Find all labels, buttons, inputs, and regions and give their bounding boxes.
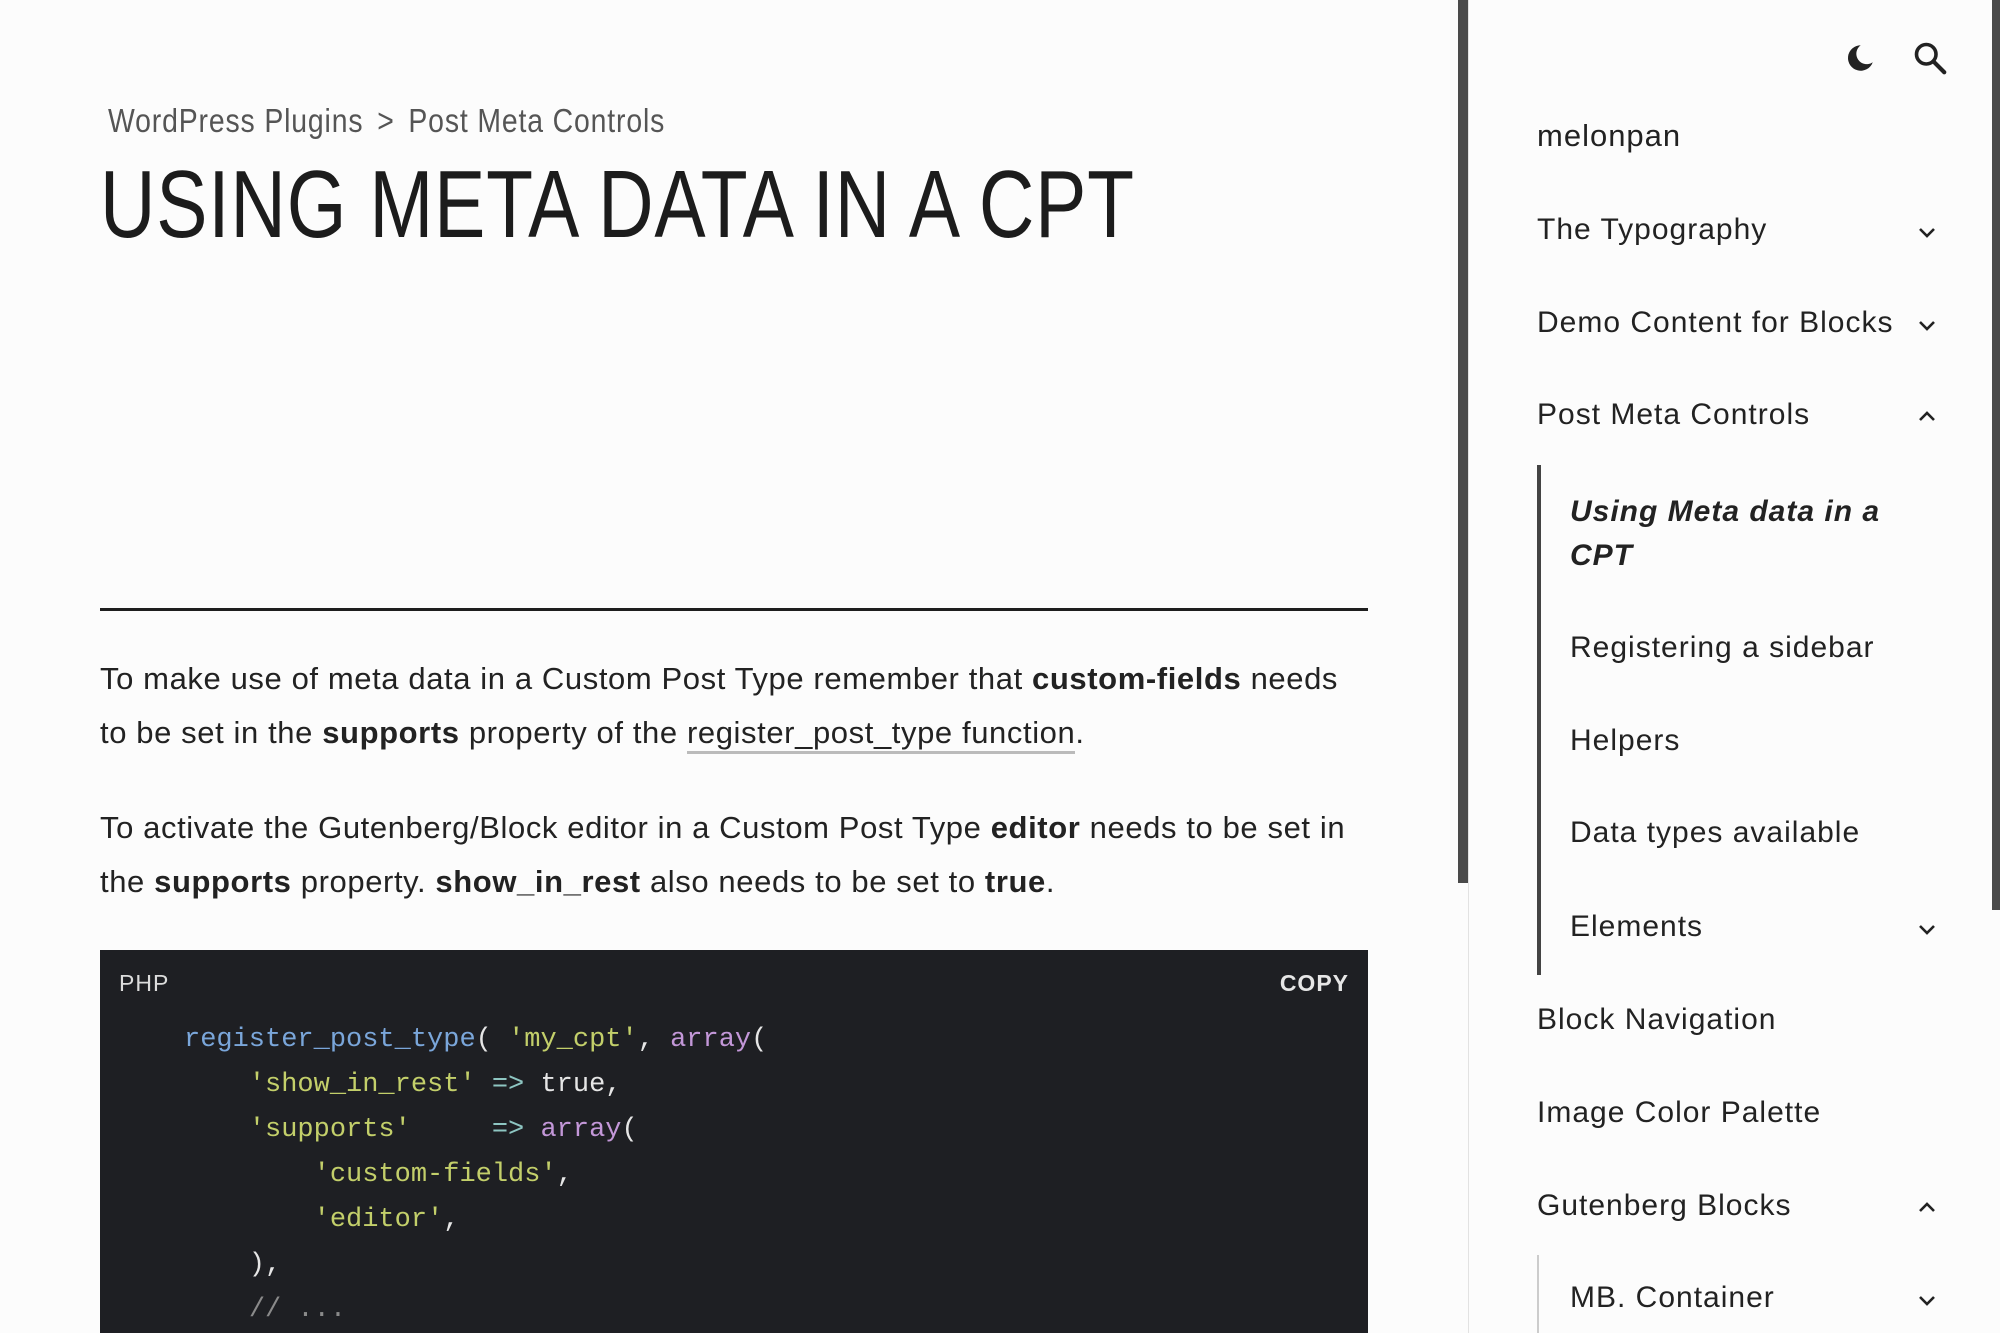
copy-code-button[interactable]: COPY <box>1280 970 1349 997</box>
code-line: 'supports' => array( <box>184 1108 767 1153</box>
code-token-str: 'my_cpt' <box>508 1025 638 1055</box>
breadcrumb-separator: > <box>377 102 395 139</box>
chevron-up-icon[interactable] <box>1915 1196 1939 1220</box>
p1-bold-custom-fields: custom-fields <box>1032 661 1242 696</box>
code-token-op: => <box>491 1115 525 1145</box>
search-icon <box>1914 42 1947 75</box>
sidebar-subitem-using-meta-data[interactable]: Using Meta data in a CPT <box>1570 490 1890 578</box>
submenu-rail <box>1537 1255 1539 1333</box>
chevron-down-icon[interactable] <box>1915 313 1939 337</box>
submenu-rail <box>1537 465 1541 975</box>
code-token-plain: ), <box>184 1250 282 1280</box>
code-token-plain: true, <box>524 1070 622 1100</box>
p2-bold-show-in-rest: show_in_rest <box>435 864 641 899</box>
code-content[interactable]: register_post_type( 'my_cpt', array( 'sh… <box>184 1018 767 1333</box>
code-line: // ... <box>184 1288 767 1333</box>
code-line: register_post_type( 'my_cpt', array( <box>184 1018 767 1063</box>
code-token-str: 'editor' <box>313 1205 444 1235</box>
breadcrumb-link-post-meta-controls[interactable]: Post Meta Controls <box>408 102 665 139</box>
p1-bold-supports: supports <box>322 715 460 750</box>
breadcrumb: WordPress Plugins > Post Meta Controls <box>108 102 665 140</box>
code-token-plain: ( <box>475 1025 509 1055</box>
sidebar: melonpan The Typography Demo Content for… <box>1468 0 2000 1333</box>
p1-text-3: property of the <box>459 715 687 750</box>
page-title: USING META DATA IN A CPT <box>100 151 1135 258</box>
p1-text-4: . <box>1075 715 1085 750</box>
p1-text-1: To make use of meta data in a Custom Pos… <box>100 661 1033 696</box>
code-line: 'show_in_rest' => true, <box>184 1063 767 1108</box>
search-button[interactable] <box>1910 38 1950 78</box>
code-token-plain: ( <box>751 1025 768 1055</box>
p2-bold-supports: supports <box>154 864 292 899</box>
sidebar-subitem-mb-container[interactable]: MB. Container <box>1570 1281 1775 1315</box>
code-line: 'editor', <box>184 1198 767 1243</box>
code-line: ), <box>184 1243 767 1288</box>
moon-icon <box>1847 45 1873 71</box>
title-divider <box>100 608 1368 611</box>
sidebar-item-the-typography[interactable]: The Typography <box>1537 213 1937 247</box>
chevron-down-icon[interactable] <box>1915 917 1939 941</box>
sidebar-toolbar <box>1840 38 1950 78</box>
chevron-down-icon[interactable] <box>1915 1288 1939 1312</box>
code-token-str: 'show_in_rest' <box>248 1070 476 1100</box>
sidebar-scrollbar[interactable] <box>1992 0 2000 910</box>
breadcrumb-link-wordpress-plugins[interactable]: WordPress Plugins <box>108 102 363 139</box>
p2-text-3: property. <box>291 864 436 899</box>
chevron-down-icon[interactable] <box>1915 220 1939 244</box>
p2-text-1: To activate the Gutenberg/Block editor i… <box>100 810 991 845</box>
sidebar-subitem-helpers[interactable]: Helpers <box>1570 724 1680 758</box>
p2-bold-editor: editor <box>990 810 1081 845</box>
code-token-op: => <box>491 1070 525 1100</box>
chevron-up-icon[interactable] <box>1915 405 1939 429</box>
code-token-plain: , <box>443 1205 460 1235</box>
sidebar-item-post-meta-controls[interactable]: Post Meta Controls <box>1537 398 1937 432</box>
code-token-kw: array <box>670 1025 752 1055</box>
site-name[interactable]: melonpan <box>1537 118 1681 154</box>
p2-text-4: also needs to be set to <box>640 864 985 899</box>
code-token-kw: array <box>540 1115 622 1145</box>
sidebar-item-image-color-palette[interactable]: Image Color Palette <box>1537 1096 1937 1130</box>
p2-text-5: . <box>1045 864 1056 899</box>
paragraph-editor-support: To activate the Gutenberg/Block editor i… <box>100 801 1370 909</box>
code-token-str: 'supports' <box>248 1115 411 1145</box>
sidebar-item-gutenberg-blocks[interactable]: Gutenberg Blocks <box>1537 1189 1937 1223</box>
sidebar-item-demo-content[interactable]: Demo Content for Blocks <box>1537 306 1937 340</box>
code-line: 'custom-fields', <box>184 1153 767 1198</box>
sidebar-item-block-navigation[interactable]: Block Navigation <box>1537 1003 1937 1037</box>
main-content: WordPress Plugins > Post Meta Controls USI… <box>0 0 1458 1333</box>
code-block: PHP COPY register_post_type( 'my_cpt', a… <box>100 950 1368 1333</box>
sidebar-subitem-data-types[interactable]: Data types available <box>1570 816 1860 850</box>
code-token-plain: , <box>556 1160 573 1190</box>
code-token-plain: , <box>637 1025 671 1055</box>
sidebar-subitem-elements[interactable]: Elements <box>1570 910 1703 944</box>
register-post-type-link[interactable]: register_post_type function <box>686 715 1076 754</box>
sidebar-subitem-registering-sidebar[interactable]: Registering a sidebar <box>1570 631 1875 665</box>
code-language-label: PHP <box>119 970 170 996</box>
code-token-str: 'custom-fields' <box>313 1160 557 1190</box>
dark-mode-toggle[interactable] <box>1840 38 1880 78</box>
p2-bold-true: true <box>984 864 1046 899</box>
code-token-fn: register_post_type <box>184 1025 476 1055</box>
code-token-com: // ... <box>248 1295 347 1325</box>
paragraph-custom-fields: To make use of meta data in a Custom Pos… <box>100 652 1370 760</box>
code-token-plain: ( <box>621 1115 638 1145</box>
